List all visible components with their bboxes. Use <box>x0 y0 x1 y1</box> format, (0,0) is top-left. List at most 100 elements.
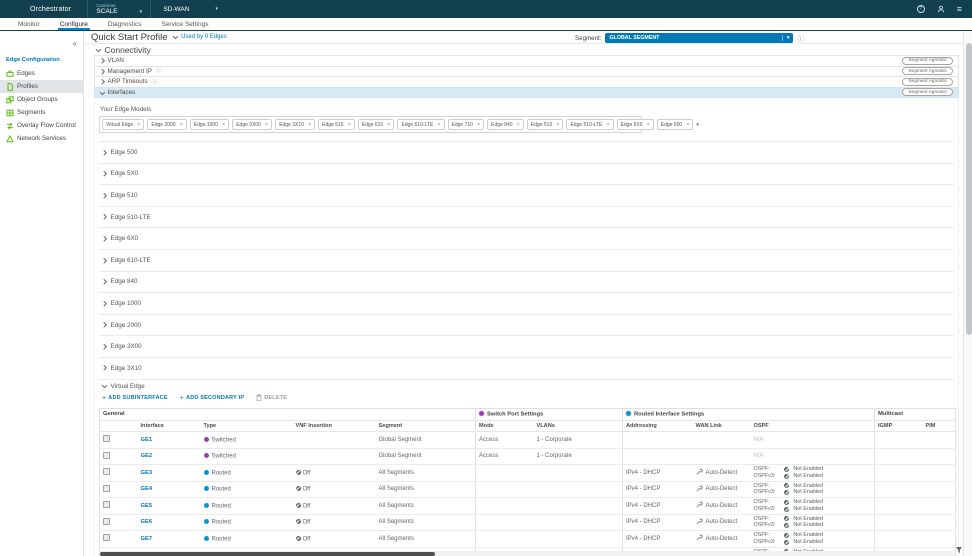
vertical-scrollbar-thumb[interactable] <box>966 43 972 335</box>
edge-model-section-edge-610-lte[interactable]: Edge 610-LTE <box>99 250 954 272</box>
edge-model-section-edge-510-lte[interactable]: Edge 510-LTE <box>99 207 954 229</box>
filter-icon[interactable] <box>955 541 963 549</box>
edge-model-chip[interactable]: Edge 500× <box>657 119 694 130</box>
chevron-down-icon[interactable]: ▾ <box>696 122 699 128</box>
info-icon[interactable]: ⓘ <box>156 67 162 75</box>
nav-tab-configure[interactable]: Configure <box>50 18 98 30</box>
sidebar-item-overlay-flow-control[interactable]: Overlay Flow Control <box>0 119 83 132</box>
pim-cell <box>923 514 956 531</box>
edge-model-section-edge-3x10[interactable]: Edge 3X10 <box>99 358 954 380</box>
edge-model-chip[interactable]: Edge 610× <box>358 119 395 130</box>
interface-link[interactable]: GE4 <box>141 486 153 492</box>
vertical-scrollbar[interactable] <box>963 31 972 556</box>
interface-cell: GE5 <box>138 498 201 515</box>
column-header-interface: Interface <box>138 421 201 432</box>
menu-icon[interactable]: ≡ <box>957 5 962 13</box>
edge-model-section-edge-1000[interactable]: Edge 1000 <box>99 293 954 315</box>
edge-model-section-edge-500[interactable]: Edge 500 <box>99 142 954 164</box>
edge-model-section-edge-3x00[interactable]: Edge 3X00 <box>99 336 954 358</box>
not-enabled-icon <box>784 483 789 488</box>
edge-model-chip[interactable]: Edge 515× <box>318 119 355 130</box>
service-switcher[interactable]: SD-WAN ▾ <box>150 0 230 18</box>
interface-link[interactable]: GE7 <box>141 536 153 542</box>
edge-model-section-virtual-edge[interactable]: Virtual Edge <box>99 380 954 393</box>
interface-cell: GE3 <box>138 465 201 482</box>
edge-model-section-edge-5x0[interactable]: Edge 5X0 <box>99 164 954 186</box>
edge-models-multiselect[interactable]: Virtual Edge×Edge 2000×Edge 1000×Edge 3X… <box>99 116 642 133</box>
edge-model-chip[interactable]: Edge 710× <box>448 119 485 130</box>
wrench-icon <box>696 534 703 543</box>
remove-icon[interactable]: × <box>180 123 183 127</box>
edge-model-chip[interactable]: Edge 5X0 × <box>617 119 654 130</box>
type-cell: Routed <box>201 498 293 515</box>
addressing-cell: IPv4 - DHCP <box>623 514 693 531</box>
edge-model-chip[interactable]: Edge 840× <box>487 119 524 130</box>
remove-icon[interactable]: × <box>437 123 440 127</box>
user-icon[interactable] <box>937 0 945 18</box>
remove-icon[interactable]: × <box>265 123 268 127</box>
remove-icon[interactable]: × <box>387 123 390 127</box>
collapse-sidebar-icon[interactable]: « <box>73 39 77 48</box>
edge-model-chip[interactable]: Edge 2000× <box>147 119 186 130</box>
remove-icon[interactable]: × <box>647 123 650 127</box>
edge-model-chip[interactable]: Edge 510-LTE× <box>566 119 613 130</box>
interface-link[interactable]: GE6 <box>141 519 153 525</box>
info-icon[interactable]: ⓘ <box>152 78 158 86</box>
row-checkbox[interactable] <box>103 534 110 541</box>
info-icon[interactable]: ⓘ <box>797 33 804 43</box>
add-subinterface-button[interactable]: + ADD SUBINTERFACE <box>102 395 168 401</box>
row-checkbox[interactable] <box>103 518 110 525</box>
used-by-link[interactable]: Used by 0 Edges <box>181 34 227 40</box>
edge-model-section-edge-2000[interactable]: Edge 2000 <box>99 315 954 337</box>
row-checkbox[interactable] <box>103 468 110 475</box>
row-checkbox[interactable] <box>103 435 110 442</box>
column-header-type: Type <box>201 421 293 432</box>
nav-tab-monitor[interactable]: Monitor <box>8 18 50 30</box>
help-icon[interactable]: ? <box>917 5 925 13</box>
sidebar-item-object-groups[interactable]: Object Groups <box>0 93 83 106</box>
row-checkbox[interactable] <box>103 501 110 508</box>
ospfv3-label: OSPFv3: <box>754 489 776 496</box>
remove-icon[interactable]: × <box>606 123 609 127</box>
remove-icon[interactable]: × <box>348 123 351 127</box>
remove-icon[interactable]: × <box>517 123 520 127</box>
remove-icon[interactable]: × <box>477 123 480 127</box>
segment-select[interactable]: GLOBAL SEGMENT ▾ <box>605 33 793 43</box>
nav-tab-service-settings[interactable]: Service Settings <box>151 18 218 30</box>
edge-model-chip[interactable]: Edge 1000× <box>190 119 229 130</box>
edge-model-section-edge-840[interactable]: Edge 840 <box>99 272 954 294</box>
remove-icon[interactable]: × <box>222 123 225 127</box>
interface-link[interactable]: GE3 <box>141 470 153 476</box>
row-checkbox[interactable] <box>103 485 110 492</box>
edge-model-chip[interactable]: Edge 610-LTE × <box>397 119 444 130</box>
edge-model-chip[interactable]: Edge 3X00× <box>232 119 272 130</box>
interface-link[interactable]: GE1 <box>141 437 153 443</box>
horizontal-scrollbar-thumb[interactable] <box>100 552 435 556</box>
accordion-section-interfaces[interactable]: InterfacesSegment Agnostic <box>94 87 959 99</box>
interface-link[interactable]: GE5 <box>141 503 153 509</box>
chevron-down-icon[interactable] <box>173 34 178 39</box>
edge-model-label: Edge 2000 <box>111 322 141 329</box>
edge-model-chip[interactable]: Virtual Edge× <box>102 119 144 130</box>
customer-switcher[interactable]: Customer SCALE ▾ <box>87 0 150 18</box>
edge-model-section-edge-6x0[interactable]: Edge 6X0 <box>99 228 954 250</box>
remove-icon[interactable]: × <box>556 123 559 127</box>
sidebar-item-network-services[interactable]: Network Services <box>0 132 83 145</box>
sidebar-item-segments[interactable]: Segments <box>0 106 83 119</box>
delete-button[interactable]: DELETE <box>256 394 287 403</box>
remove-icon[interactable]: × <box>137 123 140 127</box>
edge-model-section-edge-510[interactable]: Edge 510 <box>99 185 954 207</box>
sidebar-item-edges[interactable]: Edges <box>0 67 83 80</box>
sidebar-item-profiles[interactable]: Profiles <box>0 80 83 93</box>
horizontal-scrollbar[interactable] <box>98 551 955 556</box>
remove-icon[interactable]: × <box>308 123 311 127</box>
chip-label: Edge 610-LTE <box>401 122 433 128</box>
edge-model-chip[interactable]: Edge 510× <box>527 119 564 130</box>
interface-link[interactable]: GE2 <box>141 453 153 459</box>
row-checkbox[interactable] <box>103 452 110 459</box>
remove-icon[interactable]: × <box>686 123 689 127</box>
chip-label: Edge 5X0 <box>621 122 643 128</box>
edge-model-chip[interactable]: Edge 3X10× <box>275 119 315 130</box>
add-secondary-ip-button[interactable]: + ADD SECONDARY IP <box>180 395 245 401</box>
nav-tab-diagnostics[interactable]: Diagnostics <box>98 18 152 30</box>
